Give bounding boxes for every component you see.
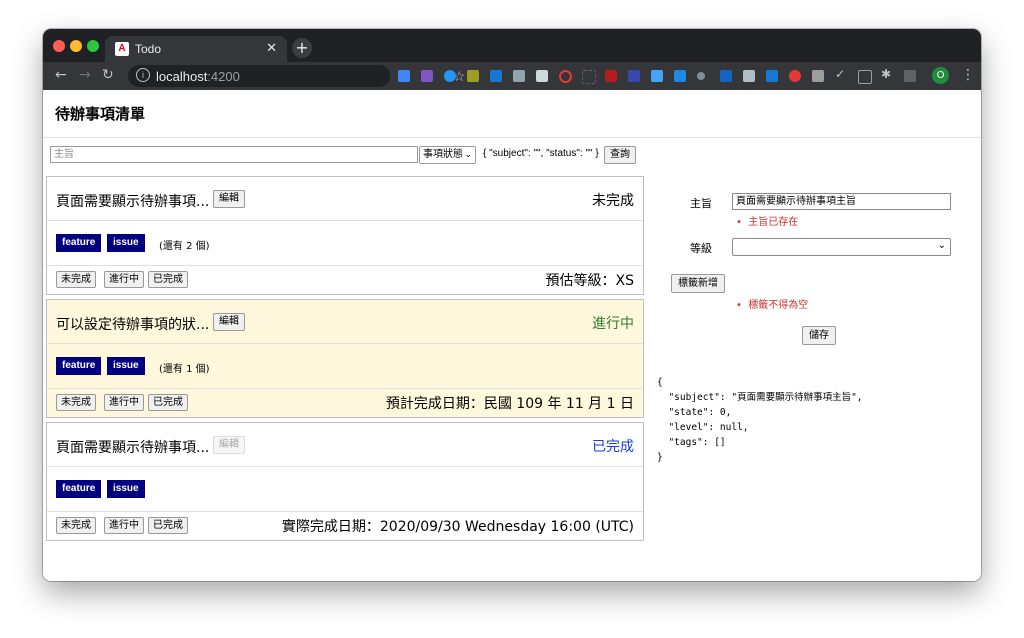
browser-tab[interactable]: A Todo ✕ [105, 36, 287, 62]
todo-card: 頁面需要顯示待辦事項... 編輯 已完成 feature issue 未完成 進… [46, 422, 644, 541]
block-icon[interactable] [559, 70, 572, 83]
zoom-window-button[interactable] [87, 40, 99, 52]
tag-badge: feature [56, 480, 102, 498]
extension-icon[interactable] [674, 70, 686, 82]
todo-card: 頁面需要顯示待辦事項... 編輯 未完成 feature issue (還有 2… [46, 176, 644, 295]
subject-label: 主旨 [690, 197, 712, 210]
divider [47, 265, 643, 266]
set-in-progress-button[interactable]: 進行中 [104, 394, 144, 411]
set-not-done-button[interactable]: 未完成 [56, 271, 96, 288]
tag-badge: feature [56, 234, 102, 252]
divider [47, 343, 643, 344]
todo-info: 預計完成日期：民國 109 年 11 月 1 日 [385, 396, 634, 412]
extension-icon[interactable] [904, 70, 916, 82]
browser-toolbar: ← → ↻ i localhost:4200 ☆ ✓ ✱ O ⋮ [43, 62, 981, 90]
todo-card: 可以設定待辦事項的狀... 編輯 進行中 feature issue (還有 1… [46, 299, 644, 418]
extension-icon[interactable] [513, 70, 525, 82]
todo-title: 可以設定待辦事項的狀... [56, 317, 210, 333]
angular-icon: A [115, 42, 129, 56]
extension-icon[interactable] [697, 72, 705, 80]
subject-error: • 主旨已存在 [736, 217, 799, 228]
add-tag-button[interactable]: 標籤新增 [671, 274, 725, 293]
subject-input[interactable]: 頁面需要顯示待辦事項主旨 [732, 193, 951, 210]
set-done-button[interactable]: 已完成 [148, 394, 188, 411]
extension-icon[interactable] [398, 70, 410, 82]
tab-bar: A Todo ✕ + [43, 29, 981, 62]
extension-icon[interactable] [467, 70, 479, 82]
tab-title: Todo [135, 42, 162, 56]
divider [47, 388, 643, 389]
todo-status: 已完成 [592, 439, 634, 455]
minimize-window-button[interactable] [70, 40, 82, 52]
extension-icon[interactable] [858, 70, 872, 84]
set-not-done-button[interactable]: 未完成 [56, 517, 96, 534]
edit-button[interactable]: 編輯 [213, 436, 245, 454]
page-title: 待辦事項清單 [55, 105, 146, 123]
set-done-button[interactable]: 已完成 [148, 271, 188, 288]
set-in-progress-button[interactable]: 進行中 [104, 271, 144, 288]
puzzle-icon[interactable]: ✱ [881, 67, 891, 81]
site-info-icon[interactable]: i [136, 68, 150, 82]
url-text: localhost:4200 [156, 69, 240, 84]
todo-info: 實際完成日期：2020/09/30 Wednesday 16:00 (UTC) [281, 519, 634, 535]
reload-icon[interactable]: ↻ [102, 67, 114, 83]
query-button[interactable]: 查詢 [604, 146, 636, 164]
extension-icon[interactable] [651, 70, 663, 82]
chevron-down-icon: ⌄ [937, 240, 946, 251]
more-icon[interactable]: ⋮ [961, 67, 975, 83]
save-button[interactable]: 儲存 [802, 326, 836, 345]
tag-error: • 標籤不得為空 [736, 300, 809, 311]
extension-icon[interactable] [812, 70, 824, 82]
search-input[interactable]: 主旨 [50, 146, 418, 163]
divider [47, 511, 643, 512]
set-not-done-button[interactable]: 未完成 [56, 394, 96, 411]
extension-icon[interactable] [605, 70, 617, 82]
set-in-progress-button[interactable]: 進行中 [104, 517, 144, 534]
query-json: { "subject": "", "status": "" } [483, 148, 599, 159]
json-preview: { "subject": "頁面需要顯示待辦事項主旨", "state": 0,… [657, 377, 863, 463]
extension-icon[interactable] [490, 70, 502, 82]
new-tab-button[interactable]: + [292, 38, 312, 58]
extension-icon[interactable] [444, 70, 456, 82]
divider [47, 220, 643, 221]
todo-title: 頁面需要顯示待辦事項... [56, 440, 210, 456]
extension-icon[interactable] [421, 70, 433, 82]
edit-button[interactable]: 編輯 [213, 190, 245, 208]
more-tags-count: (還有 1 個) [159, 364, 210, 375]
extension-icon[interactable] [766, 70, 778, 82]
tag-badge: issue [107, 357, 145, 375]
profile-avatar[interactable]: O [932, 67, 949, 84]
extension-icon[interactable] [743, 70, 755, 82]
tag-badge: feature [56, 357, 102, 375]
browser-window: A Todo ✕ + ← → ↻ i localhost:4200 ☆ ✓ ✱ … [43, 29, 981, 581]
tag-badge: issue [107, 480, 145, 498]
check-icon[interactable]: ✓ [835, 67, 845, 81]
page: 待辦事項清單 主旨 事項狀態 ⌄ { "subject": "", "statu… [43, 90, 981, 581]
todo-status: 未完成 [592, 193, 634, 209]
back-icon[interactable]: ← [55, 67, 67, 83]
extension-icon[interactable] [720, 70, 732, 82]
extension-icon[interactable] [628, 70, 640, 82]
tab-close-icon[interactable]: ✕ [266, 41, 277, 56]
level-select[interactable]: ⌄ [732, 238, 951, 256]
address-bar[interactable]: i localhost:4200 ☆ [128, 65, 466, 87]
forward-icon[interactable]: → [79, 67, 91, 83]
extension-icon[interactable] [582, 70, 596, 84]
more-tags-count: (還有 2 個) [159, 241, 210, 252]
status-select[interactable]: 事項狀態 ⌄ [419, 146, 476, 164]
todo-title: 頁面需要顯示待辦事項... [56, 194, 210, 210]
extension-icon[interactable] [536, 70, 548, 82]
edit-button[interactable]: 編輯 [213, 313, 245, 331]
set-done-button[interactable]: 已完成 [148, 517, 188, 534]
adblock-icon[interactable] [789, 70, 801, 82]
chevron-down-icon: ⌄ [464, 150, 472, 160]
tag-badge: issue [107, 234, 145, 252]
todo-info: 預估等級：XS [545, 273, 634, 289]
level-label: 等級 [690, 242, 712, 255]
divider [47, 466, 643, 467]
todo-status: 進行中 [592, 316, 634, 332]
app-header: 待辦事項清單 [43, 90, 981, 138]
close-window-button[interactable] [53, 40, 65, 52]
